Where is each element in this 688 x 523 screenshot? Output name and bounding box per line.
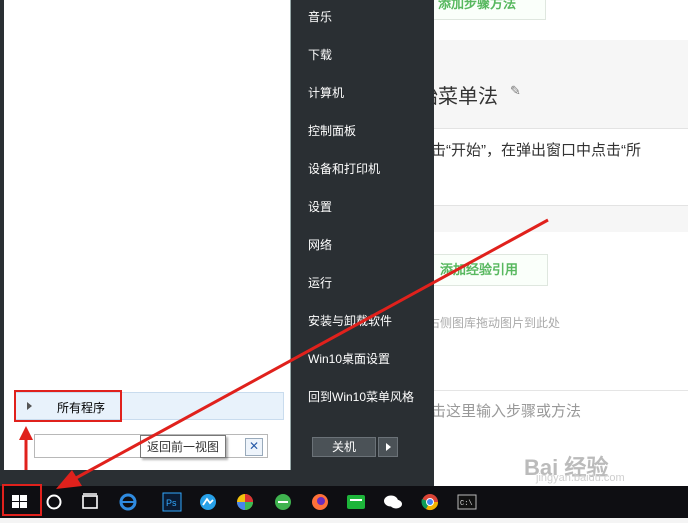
- menu-item-run[interactable]: 运行: [308, 274, 332, 291]
- firefox-icon[interactable]: [310, 492, 330, 512]
- menu-item-music[interactable]: 音乐: [308, 8, 332, 25]
- photoshop-icon[interactable]: Ps: [162, 492, 182, 512]
- menu-item-win10-desktop-settings[interactable]: Win10桌面设置: [308, 350, 390, 367]
- task-view-icon[interactable]: [80, 492, 100, 512]
- drag-image-hint: 从右侧图库拖动图片到此处: [416, 316, 561, 330]
- menu-item-settings[interactable]: 设置: [308, 198, 332, 215]
- edit-pencil-icon[interactable]: ✎: [510, 83, 524, 98]
- color-wheel-icon[interactable]: [235, 492, 255, 512]
- start-search-input[interactable]: [37, 437, 141, 457]
- divider: [400, 390, 688, 391]
- step-input-placeholder[interactable]: 点击这里输入步骤或方法: [416, 400, 581, 421]
- step-text: 点击“开始”，在弹出窗口中点击“所: [416, 142, 641, 159]
- highlight-start-button: [2, 484, 42, 516]
- wechat-icon[interactable]: [383, 492, 403, 512]
- menu-item-downloads[interactable]: 下载: [308, 46, 332, 63]
- chrome-icon[interactable]: [420, 492, 440, 512]
- shutdown-button[interactable]: 关机: [312, 437, 376, 457]
- menu-item-devices-printers[interactable]: 设备和打印机: [308, 160, 380, 177]
- clear-search-icon[interactable]: ✕: [245, 438, 263, 456]
- menu-item-win10-menu-style[interactable]: 回到Win10菜单风格: [308, 388, 414, 405]
- svg-text:Ps: Ps: [166, 498, 177, 508]
- svg-text:C:\: C:\: [460, 500, 473, 508]
- baidu-watermark-url: jingyan.baidu.com: [536, 472, 625, 484]
- blue-app-icon[interactable]: [198, 492, 218, 512]
- green-chat-icon[interactable]: [346, 492, 366, 512]
- chevron-right-icon: [386, 443, 391, 451]
- menu-item-network[interactable]: 网络: [308, 236, 332, 253]
- shutdown-options-button[interactable]: [378, 437, 398, 457]
- back-tooltip: 返回前一视图: [140, 435, 227, 458]
- menu-item-computer[interactable]: 计算机: [308, 84, 344, 101]
- green-browser-icon[interactable]: [273, 492, 293, 512]
- menu-item-install-uninstall[interactable]: 安装与卸载软件: [308, 312, 392, 329]
- taskbar: Ps C:\: [0, 486, 688, 518]
- cortana-search-icon[interactable]: [44, 492, 64, 512]
- internet-explorer-icon[interactable]: [118, 492, 138, 512]
- terminal-icon[interactable]: C:\: [457, 492, 477, 512]
- power-controls: 关机: [312, 437, 398, 457]
- highlight-all-programs: [14, 390, 122, 422]
- menu-item-control-panel[interactable]: 控制面板: [308, 122, 356, 139]
